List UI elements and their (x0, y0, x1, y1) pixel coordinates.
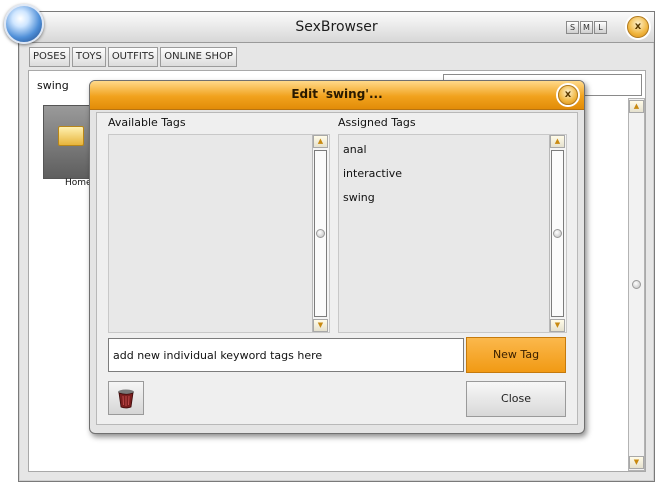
dialog-close-icon[interactable]: x (558, 85, 578, 105)
tab-poses[interactable]: POSES (29, 47, 70, 67)
window-close-button[interactable]: x (627, 16, 649, 38)
new-tag-button[interactable]: New Tag (466, 337, 566, 373)
size-buttons: S M L (566, 21, 607, 34)
arrow-up-icon[interactable]: ▲ (629, 100, 644, 113)
list-item[interactable]: interactive (343, 167, 402, 180)
new-tag-input[interactable] (108, 338, 464, 372)
size-medium-button[interactable]: M (580, 21, 593, 34)
list-item[interactable]: swing (343, 191, 375, 204)
assigned-tags-header: Assigned Tags (338, 116, 416, 129)
size-small-button[interactable]: S (566, 21, 579, 34)
globe-logo-icon (4, 4, 44, 44)
edit-tags-dialog: Edit 'swing'... x Available Tags Assigne… (89, 80, 585, 434)
scroll-track[interactable] (551, 150, 564, 317)
folder-item-home[interactable] (43, 105, 95, 179)
dialog-body: Available Tags Assigned Tags ▲ ▼ anal in… (96, 112, 578, 425)
category-tabs: POSES TOYS OUTFITS ONLINE SHOP (29, 47, 237, 67)
scroll-track[interactable] (314, 150, 327, 317)
close-button[interactable]: Close (466, 381, 566, 417)
arrow-down-icon[interactable]: ▼ (550, 319, 565, 332)
app-title: SexBrowser (295, 19, 378, 35)
tab-toys[interactable]: TOYS (71, 47, 106, 67)
available-tags-scrollbar[interactable]: ▲ ▼ (312, 135, 329, 332)
trash-icon (118, 389, 134, 409)
assigned-tags-scrollbar[interactable]: ▲ ▼ (549, 135, 566, 332)
assigned-tags-list[interactable]: anal interactive swing ▲ ▼ (338, 134, 567, 333)
list-item[interactable]: anal (343, 143, 367, 156)
tab-online-shop[interactable]: ONLINE SHOP (160, 47, 237, 67)
delete-tag-button[interactable] (108, 381, 144, 415)
scroll-thumb[interactable] (632, 280, 641, 289)
scroll-thumb[interactable] (316, 229, 325, 238)
folder-label: Home (65, 178, 92, 188)
available-tags-list[interactable]: ▲ ▼ (108, 134, 330, 333)
arrow-up-icon[interactable]: ▲ (313, 135, 328, 148)
available-tags-header: Available Tags (108, 116, 186, 129)
browser-scrollbar[interactable]: ▲ ▼ (628, 98, 645, 471)
tab-outfits[interactable]: OUTFITS (107, 47, 159, 67)
size-large-button[interactable]: L (594, 21, 607, 34)
arrow-down-icon[interactable]: ▼ (629, 456, 644, 469)
arrow-down-icon[interactable]: ▼ (313, 319, 328, 332)
dialog-title: Edit 'swing'... (291, 87, 383, 101)
current-path: swing (37, 79, 69, 92)
scroll-thumb[interactable] (553, 229, 562, 238)
folder-icon (58, 126, 84, 146)
title-bar[interactable]: SexBrowser S M L (19, 12, 654, 43)
dialog-title-bar[interactable]: Edit 'swing'... (90, 81, 584, 110)
arrow-up-icon[interactable]: ▲ (550, 135, 565, 148)
